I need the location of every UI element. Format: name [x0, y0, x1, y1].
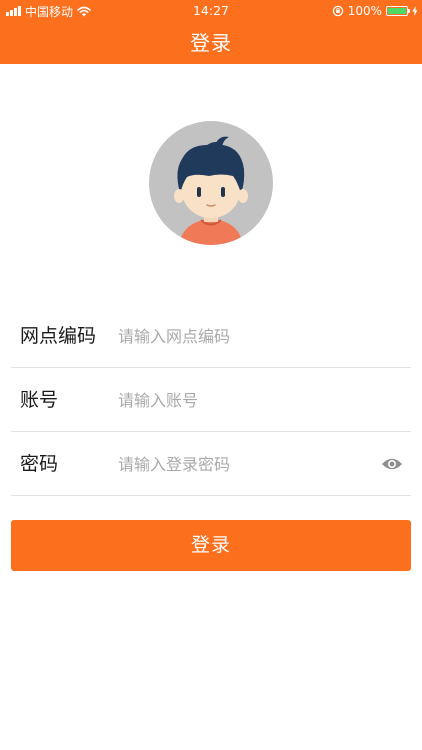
branch-code-row: 网点编码 [11, 304, 411, 368]
page-title: 登录 [190, 31, 232, 55]
status-bar: 中国移动 14:27 100% [0, 0, 422, 22]
password-input[interactable] [118, 444, 368, 484]
account-row: 账号 [11, 368, 411, 432]
orientation-lock-icon [332, 5, 343, 17]
password-label: 密码 [20, 453, 59, 475]
avatar [149, 121, 273, 245]
charging-bolt-icon [412, 6, 418, 16]
login-button[interactable]: 登录 [11, 520, 411, 571]
account-input[interactable] [118, 380, 368, 420]
app-header: 中国移动 14:27 100% 登录 [0, 0, 422, 64]
battery-percent: 100% [347, 4, 382, 18]
battery-icon [386, 6, 410, 16]
branch-code-input[interactable] [118, 316, 368, 356]
branch-code-label: 网点编码 [20, 325, 97, 347]
eye-icon[interactable] [381, 457, 403, 471]
status-right: 100% [332, 3, 418, 19]
account-label: 账号 [20, 389, 59, 411]
password-row: 密码 [11, 432, 411, 496]
